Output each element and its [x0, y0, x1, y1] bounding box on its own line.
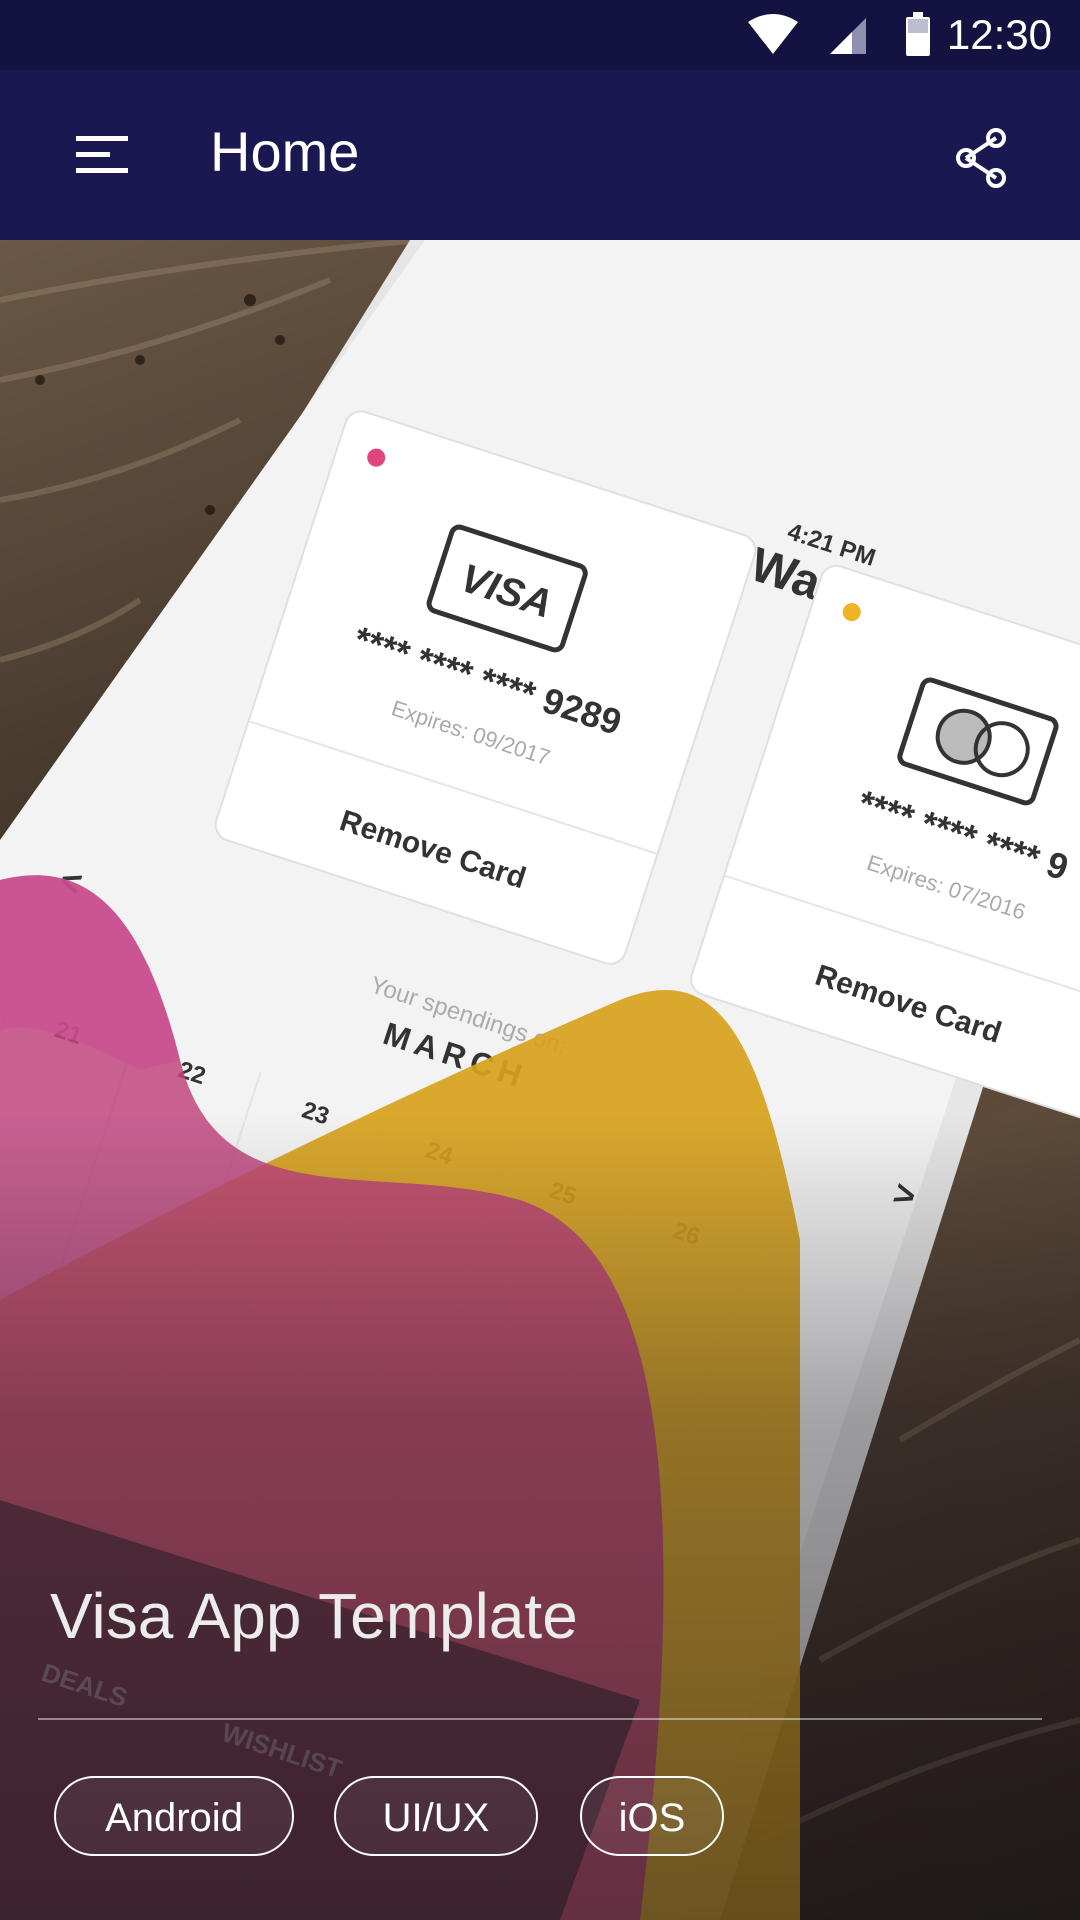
app-bar: Home	[0, 70, 1080, 240]
tag-list: Android UI/UX iOS	[0, 1776, 1080, 1866]
page-title: Home	[210, 120, 360, 183]
hero-title: Visa App Template	[50, 1580, 578, 1652]
wifi-icon	[748, 14, 798, 54]
hero-card[interactable]: 4:21 PM Wallet VISA **** **** **** 9289 …	[0, 240, 1080, 1920]
hamburger-menu-icon	[76, 136, 128, 173]
share-button[interactable]	[950, 126, 1014, 190]
tag-ios[interactable]: iOS	[580, 1776, 724, 1856]
status-bar: 12:30	[0, 0, 1080, 70]
battery-icon	[906, 12, 930, 56]
tag-android[interactable]: Android	[54, 1776, 294, 1856]
signal-icon	[830, 18, 866, 54]
tag-uiux[interactable]: UI/UX	[334, 1776, 538, 1856]
share-icon	[956, 128, 1006, 188]
hero-image: 4:21 PM Wallet VISA **** **** **** 9289 …	[0, 240, 1080, 1920]
divider	[38, 1718, 1042, 1720]
menu-button[interactable]	[72, 130, 132, 180]
status-time: 12:30	[946, 11, 1052, 58]
